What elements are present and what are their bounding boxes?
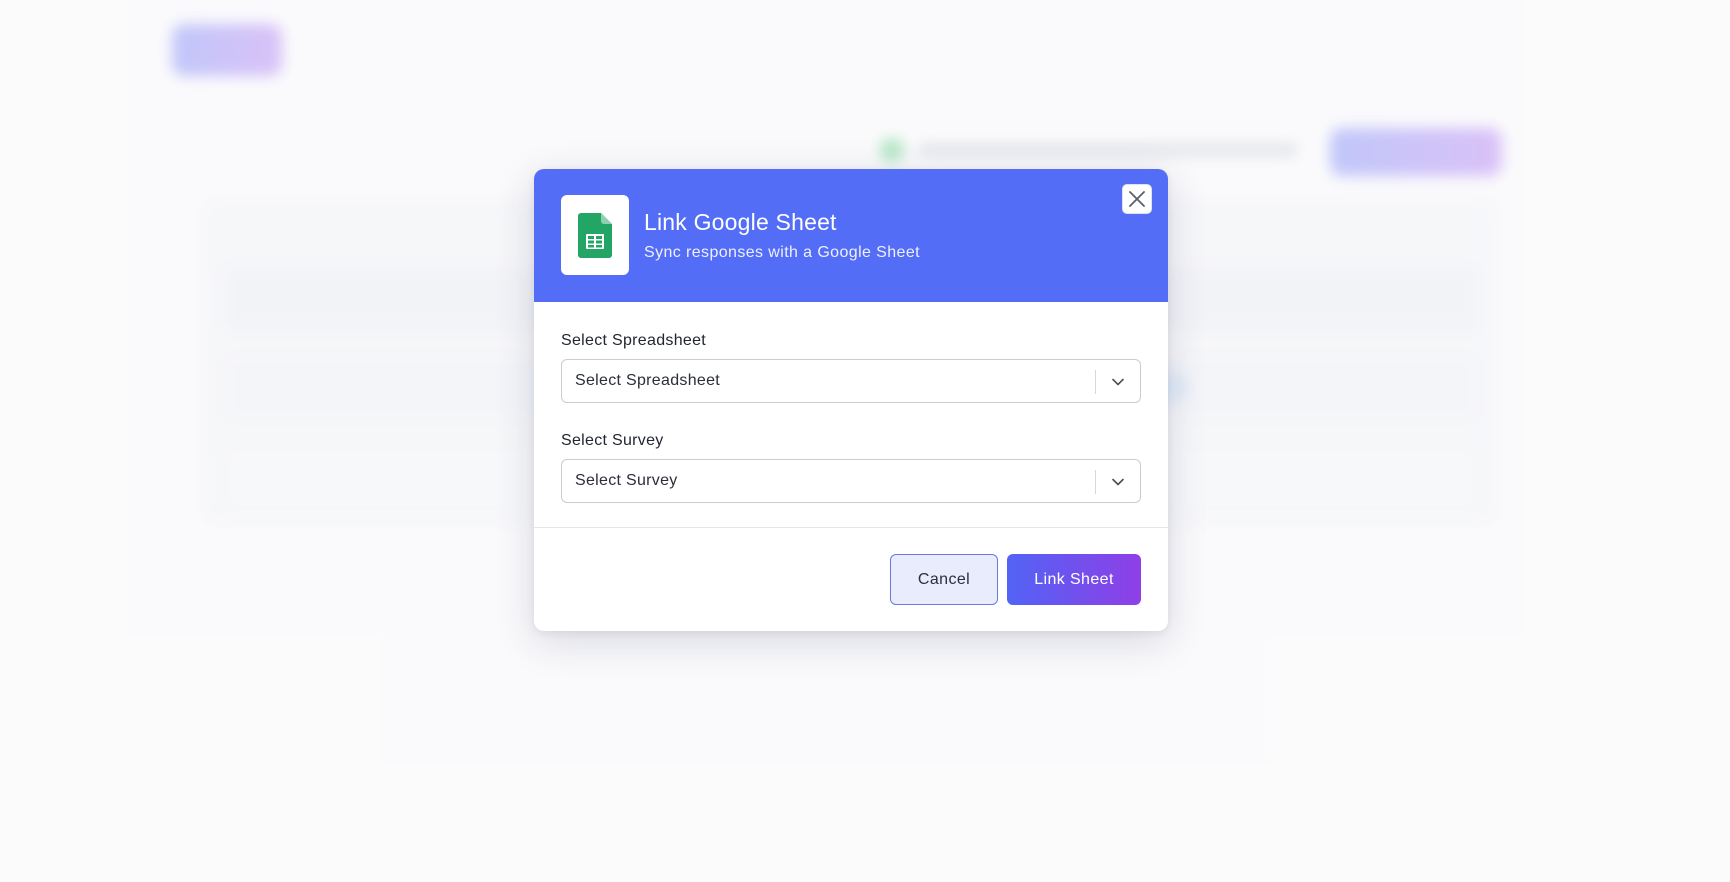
dialog-footer: Cancel Link Sheet bbox=[890, 554, 1141, 605]
survey-select-value: Select Survey bbox=[575, 472, 678, 489]
chevron-down-icon[interactable] bbox=[1108, 472, 1128, 492]
close-button[interactable] bbox=[1122, 184, 1152, 214]
close-icon bbox=[1129, 191, 1145, 207]
survey-label: Select Survey bbox=[561, 432, 664, 449]
google-sheets-icon bbox=[578, 212, 612, 258]
footer-divider bbox=[534, 527, 1168, 528]
select-separator bbox=[1095, 470, 1096, 494]
google-sheets-icon-tile bbox=[561, 195, 629, 275]
spreadsheet-select-value: Select Spreadsheet bbox=[575, 372, 721, 389]
spreadsheet-select[interactable]: Select Spreadsheet bbox=[561, 359, 1141, 403]
dialog-heading: Link Google Sheet Sync responses with a … bbox=[644, 209, 920, 262]
cancel-button[interactable]: Cancel bbox=[890, 554, 998, 605]
survey-select[interactable]: Select Survey bbox=[561, 459, 1141, 503]
dialog-subtitle: Sync responses with a Google Sheet bbox=[644, 244, 920, 261]
dialog-title: Link Google Sheet bbox=[644, 209, 837, 235]
dialog-body: Select Spreadsheet Select Spreadsheet Se… bbox=[534, 302, 1168, 503]
dialog-header: Link Google Sheet Sync responses with a … bbox=[534, 169, 1168, 302]
select-separator bbox=[1095, 370, 1096, 394]
spreadsheet-label: Select Spreadsheet bbox=[561, 332, 707, 349]
chevron-down-icon[interactable] bbox=[1108, 372, 1128, 392]
link-sheet-dialog: Link Google Sheet Sync responses with a … bbox=[534, 169, 1168, 631]
link-sheet-button[interactable]: Link Sheet bbox=[1007, 554, 1141, 605]
